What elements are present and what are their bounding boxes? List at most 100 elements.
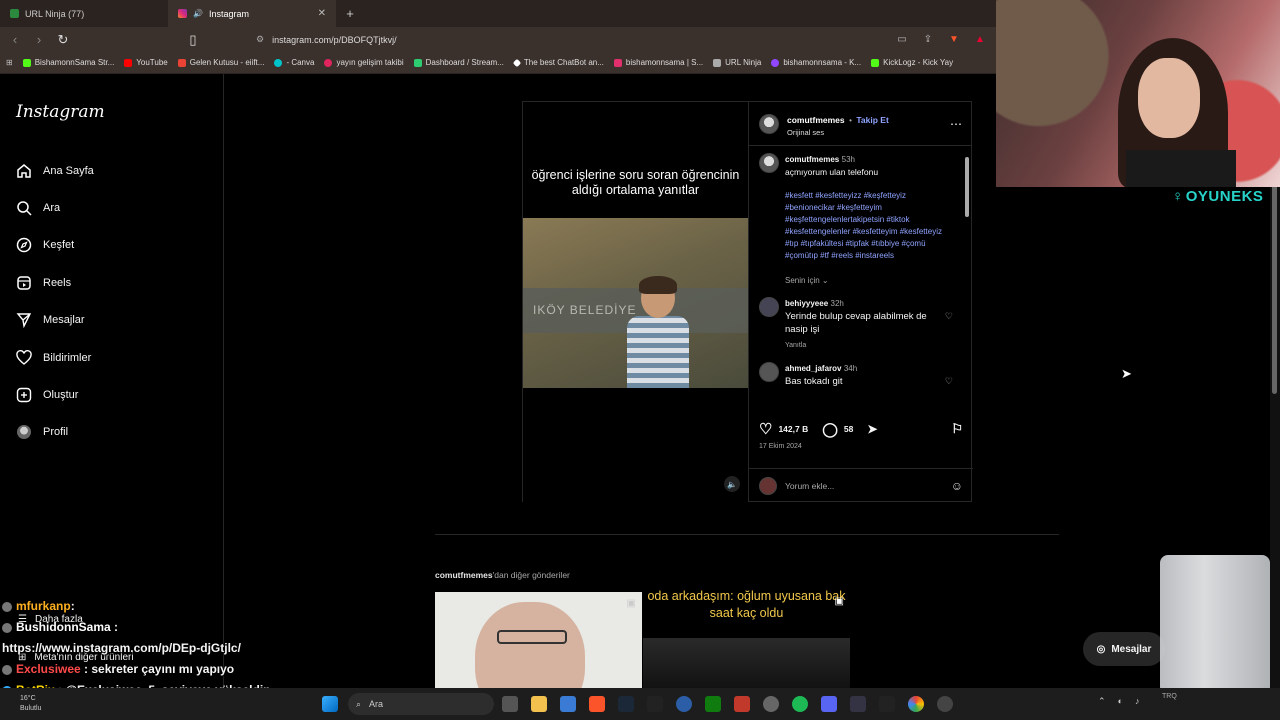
url-ninja-favicon-icon — [10, 9, 19, 18]
bookmark-item[interactable]: Gelen Kutusu - eiift... — [177, 58, 264, 67]
start-button[interactable] — [322, 696, 338, 712]
discord-icon[interactable] — [821, 696, 837, 712]
caption-username[interactable]: comutfmemes — [785, 155, 839, 164]
forward-arrow-icon[interactable]: › — [32, 32, 46, 47]
comment-icon[interactable]: ◯ — [822, 421, 838, 438]
instagram-logo[interactable]: Instagram — [16, 102, 105, 122]
sidebar-item-label: Keşfet — [43, 239, 75, 252]
weather-widget[interactable]: 16°C Bulutlu — [20, 694, 41, 714]
follow-button[interactable]: Takip Et — [856, 115, 888, 125]
for-you-toggle[interactable]: Senin için ⌄ — [785, 276, 953, 285]
tab-url-ninja[interactable]: URL Ninja (77) — [0, 0, 168, 27]
comment-username[interactable]: ahmed_jafarov — [785, 364, 841, 373]
comment-time: 34h — [843, 364, 858, 373]
more-options-icon[interactable]: ⋯ — [950, 117, 962, 131]
site-info-icon[interactable]: ⚙ — [256, 34, 264, 45]
app-icon[interactable] — [676, 696, 692, 712]
avatar[interactable] — [759, 113, 779, 134]
avatar[interactable] — [759, 297, 779, 317]
sidebar-item-profile[interactable]: Profil — [15, 414, 94, 451]
like-icon[interactable]: ♡ — [759, 420, 772, 438]
divider — [435, 534, 1059, 535]
sidebar-item-home[interactable]: Ana Sayfa — [15, 152, 94, 189]
network-icon[interactable]: ◐ — [1118, 696, 1123, 707]
app-icon[interactable] — [763, 696, 779, 712]
post-username[interactable]: comutfmemes — [787, 115, 845, 125]
share-icon[interactable]: ⇪ — [920, 34, 936, 45]
bookmark-item[interactable]: bishamonnsama - K... — [771, 58, 861, 67]
capcut-icon[interactable] — [879, 696, 895, 712]
sidebar-item-notifications[interactable]: Bildirimler — [15, 339, 94, 376]
taskbar-search-label: Ara — [369, 699, 384, 709]
avatar[interactable] — [759, 362, 779, 382]
bookmark-item[interactable]: YouTube — [124, 58, 168, 67]
file-explorer-icon[interactable] — [531, 696, 547, 712]
bookmark-item[interactable]: Dashboard / Stream... — [413, 58, 504, 67]
cast-icon[interactable]: ▭ — [894, 34, 910, 45]
audio-toggle-icon[interactable]: 🔈 — [724, 476, 740, 492]
bookmark-item[interactable]: BishamonnSama Str... — [22, 58, 114, 67]
more-post-thumbnail[interactable]: ▣ — [435, 592, 642, 688]
epic-games-icon[interactable] — [647, 696, 663, 712]
bookmark-item[interactable]: KickLogz - Kick Yay — [871, 58, 953, 67]
like-comment-icon[interactable]: ♡ — [945, 362, 953, 388]
more-posts-user[interactable]: comutfmemes — [435, 570, 493, 580]
post-media[interactable]: öğrenci işlerine soru soran öğrencinin a… — [523, 102, 748, 502]
sidebar-item-label: Reels — [43, 276, 72, 289]
like-count[interactable]: 142,7 B — [778, 424, 808, 434]
webcam-feed — [996, 0, 1280, 187]
chrome-icon[interactable] — [908, 696, 924, 712]
tab-instagram[interactable]: 🔊 Instagram ✕ — [168, 0, 336, 27]
post-card: öğrenci işlerine soru soran öğrencinin a… — [522, 101, 973, 502]
sidebar-item-reels[interactable]: Reels — [15, 264, 94, 301]
sidebar-item-search[interactable]: Ara — [15, 189, 94, 226]
language-indicator[interactable]: TRQ — [1162, 692, 1177, 702]
app-icon[interactable] — [734, 696, 750, 712]
microphone-icon[interactable]: ♪ — [1135, 696, 1140, 707]
sidebar-item-messages[interactable]: Mesajlar — [15, 302, 94, 339]
brave-shield-icon[interactable]: ▼ — [946, 34, 962, 45]
bookmark-item[interactable]: - Canva — [274, 58, 314, 67]
reply-link[interactable]: Yanıtla — [785, 340, 935, 352]
messages-button[interactable]: ◎ Mesajlar — [1083, 632, 1165, 666]
share-icon[interactable]: ➤ — [867, 422, 877, 436]
back-arrow-icon[interactable]: ‹ — [8, 32, 22, 47]
browser-tab-bar: URL Ninja (77) 🔊 Instagram ✕ + — [0, 0, 996, 27]
chat-message: BushidonnSama : — [2, 617, 302, 638]
brave-icon[interactable] — [589, 696, 605, 712]
bookmark-item[interactable]: The best ChatBot an... — [512, 58, 604, 67]
apps-grid-icon[interactable]: ⊞ — [6, 58, 13, 67]
sidebar-item-create[interactable]: Oluştur — [15, 376, 94, 413]
steam-icon[interactable] — [618, 696, 634, 712]
task-view-icon[interactable] — [502, 696, 518, 712]
bookmark-icon[interactable]: ▯ — [186, 32, 200, 48]
app-icon[interactable] — [850, 696, 866, 712]
audio-label[interactable]: Orijinal ses — [787, 128, 889, 137]
comments-scrollbar[interactable] — [963, 147, 971, 412]
save-icon[interactable]: ⚐ — [951, 421, 963, 437]
bookmark-item[interactable]: yayın gelişim takibi — [324, 58, 404, 67]
chevron-up-icon[interactable]: ⌃ — [1098, 696, 1106, 707]
comment-username[interactable]: behiyyyeee — [785, 299, 828, 308]
close-tab-icon[interactable]: ✕ — [318, 8, 326, 19]
brave-rewards-icon[interactable]: ▲ — [972, 34, 988, 45]
taskbar-search[interactable]: ⌕ Ara — [348, 693, 494, 715]
new-tab-button[interactable]: + — [336, 6, 364, 21]
spotify-icon[interactable] — [792, 696, 808, 712]
sidebar-item-explore[interactable]: Keşfet — [15, 227, 94, 264]
emoji-icon[interactable]: ☺ — [951, 479, 963, 493]
chat-text: : — [110, 620, 119, 634]
url-field[interactable]: ⚙ instagram.com/p/DBOFQTjtkvj/ — [250, 30, 884, 49]
store-icon[interactable] — [560, 696, 576, 712]
xbox-icon[interactable] — [705, 696, 721, 712]
obs-icon[interactable] — [937, 696, 953, 712]
comment-input[interactable]: Yorum ekle... — [785, 481, 943, 491]
reload-icon[interactable]: ↻ — [56, 32, 70, 48]
bookmark-item[interactable]: bishamonnsama | S... — [613, 58, 703, 67]
caption-hashtags[interactable]: #kesfett #kesfetteyizz #keşfetteyiz #ben… — [785, 190, 953, 262]
more-post-thumbnail[interactable]: oda arkadaşım: oğlum uyusana bak saat ka… — [643, 588, 850, 688]
bookmark-item[interactable]: URL Ninja — [713, 58, 761, 67]
like-comment-icon[interactable]: ♡ — [945, 297, 953, 352]
weather-temp: 16°C — [20, 695, 36, 702]
avatar[interactable] — [759, 153, 779, 173]
